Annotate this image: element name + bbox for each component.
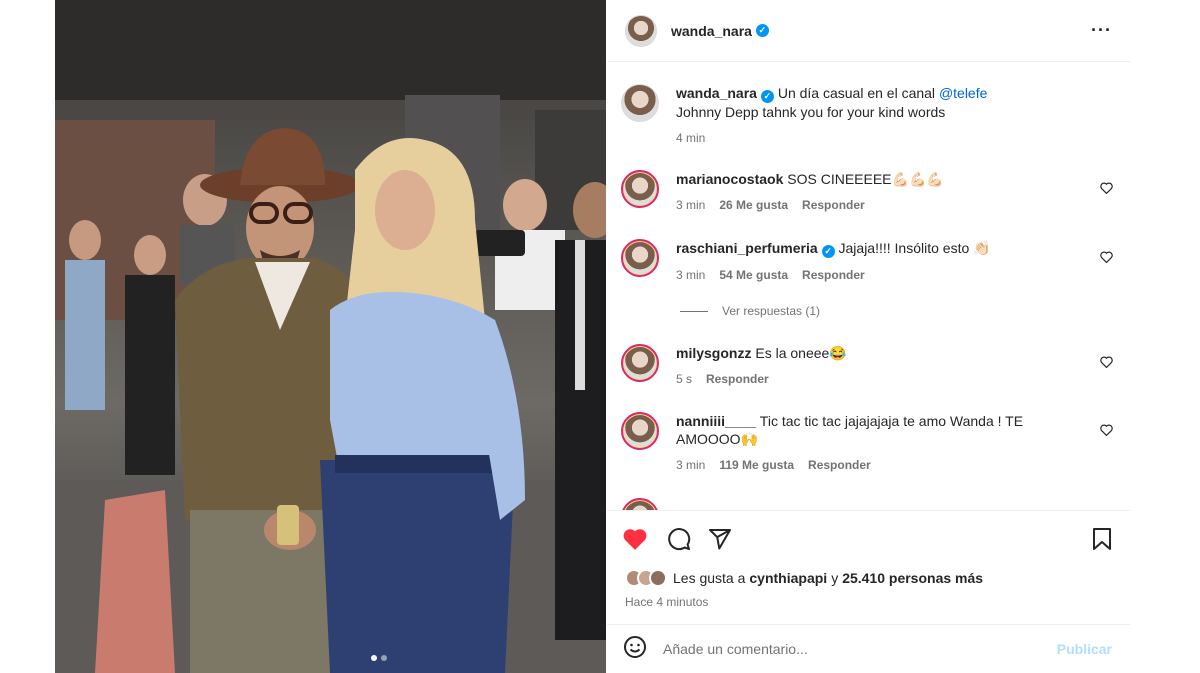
send-icon[interactable]: [706, 525, 734, 553]
comment-username[interactable]: nanniiii____: [676, 413, 756, 429]
heart-outline-icon[interactable]: [1100, 182, 1113, 197]
author-avatar[interactable]: [625, 14, 657, 47]
likes-connector: y: [831, 570, 839, 586]
commenter-avatar[interactable]: [621, 412, 659, 450]
view-replies-label[interactable]: Ver respuestas (1): [722, 304, 820, 318]
replies-divider: [680, 310, 708, 312]
comment-time: 5 s: [676, 372, 693, 386]
comment-text: Jajaja!!!! Insólito esto 👏🏻: [838, 240, 991, 256]
comment-time: 3 min: [676, 458, 706, 472]
heart-filled-icon[interactable]: [621, 525, 649, 553]
comment-text: Es la oneee😂: [755, 345, 847, 361]
verified-badge-icon: ✓: [760, 89, 774, 103]
post-photo[interactable]: [55, 0, 606, 673]
caption-time: 4 min: [676, 130, 706, 145]
likes-prefix: Les gusta a: [673, 570, 746, 586]
caption-username[interactable]: wanda_nara: [676, 85, 757, 101]
heart-outline-icon[interactable]: [1100, 251, 1113, 266]
carousel-dot: [371, 655, 377, 661]
caption-text: Un día casual en el canal: [777, 85, 936, 101]
comment-username[interactable]: raschiani_perfumeria: [676, 240, 818, 256]
commenter-avatar[interactable]: [621, 239, 659, 277]
likes-count[interactable]: 25.410 personas más: [842, 570, 983, 586]
likes-user[interactable]: cynthiapapi: [749, 570, 827, 586]
more-horizontal-icon[interactable]: ···: [1091, 20, 1112, 41]
carousel-indicator: [371, 655, 387, 661]
view-replies[interactable]: Ver respuestas (1): [680, 304, 820, 318]
post-header: wanda_nara ✓ ···: [607, 0, 1130, 62]
likes-summary[interactable]: Les gusta a cynthiapapi y 25.410 persona…: [625, 569, 983, 587]
comment-username[interactable]: milysgonzz: [676, 345, 751, 361]
post-side-panel: wanda_nara ✓ ··· wanda_nara ✓ Un día casu…: [607, 0, 1130, 673]
bookmark-icon[interactable]: [1088, 525, 1116, 553]
verified-badge-icon: ✓: [755, 24, 769, 37]
comment-time: 3 min: [676, 198, 706, 212]
commenter-avatar[interactable]: [621, 344, 659, 382]
reply-button[interactable]: Responder: [802, 196, 865, 214]
reply-button[interactable]: Responder: [802, 266, 865, 284]
comment-username[interactable]: marianocostaok: [676, 171, 783, 187]
author-username[interactable]: wanda_nara: [671, 23, 752, 39]
comment-text: SOS CINEEEEE💪🏻💪🏻💪🏻: [787, 171, 944, 187]
heart-outline-icon[interactable]: [1100, 356, 1113, 371]
emoji-icon[interactable]: [623, 635, 647, 664]
verified-badge-icon: ✓: [821, 244, 835, 258]
comment-likes[interactable]: 119 Me gusta: [719, 456, 794, 474]
reply-button[interactable]: Responder: [706, 370, 769, 388]
carousel-dot: [381, 655, 387, 661]
add-comment-bar: Añade un comentario... Publicar: [607, 624, 1130, 673]
caption-mention[interactable]: @telefe: [939, 85, 987, 101]
heart-outline-icon[interactable]: [1100, 424, 1113, 439]
caption-line-2: Johnny Depp tahnk you for your kind word…: [676, 103, 946, 120]
author-avatar[interactable]: [621, 84, 659, 122]
post-photo-illustration: [55, 0, 606, 673]
comment-likes[interactable]: 54 Me gusta: [719, 266, 788, 284]
comment-icon[interactable]: [665, 525, 693, 553]
publish-button[interactable]: Publicar: [1057, 641, 1112, 657]
reply-button[interactable]: Responder: [808, 456, 871, 474]
comment-time: 3 min: [676, 267, 706, 282]
post-timestamp: Hace 4 minutos: [625, 595, 709, 609]
commenter-avatar[interactable]: [621, 170, 659, 208]
commenter-avatar[interactable]: [621, 498, 659, 510]
post-actions: Les gusta a cynthiapapi y 25.410 persona…: [607, 510, 1130, 630]
comment-likes[interactable]: 26 Me gusta: [719, 196, 788, 214]
liker-avatar: [649, 569, 667, 587]
comments-list: wanda_nara ✓ Un día casual en el canal @t…: [607, 62, 1130, 510]
comment-input[interactable]: Añade un comentario...: [663, 641, 1057, 657]
